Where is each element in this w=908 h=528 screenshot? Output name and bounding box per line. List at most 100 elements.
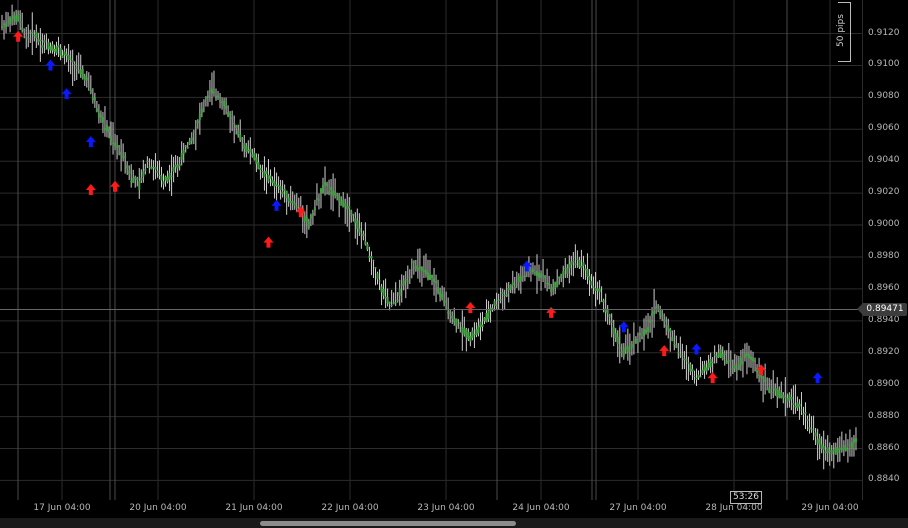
price-bar-body [735,368,738,370]
price-bar-body [295,206,298,208]
price-bar-body [1,26,3,29]
price-bar-body [531,269,534,273]
price-bar-body [479,321,482,328]
time-tick-label: 29 Jun 04:00 [801,503,859,513]
price-bar-body [439,291,442,298]
price-bar-body [750,356,752,360]
price-bar-body [727,360,730,363]
price-bar-body [378,280,381,282]
price-bar-body [43,40,46,43]
price-axis[interactable]: 0.9120 0.9100 0.9080 0.9060 0.9040 0.9020 0.90… [857,0,908,500]
price-bar-body [792,403,795,405]
price-bar-body [590,280,593,286]
price-bar-body [643,328,645,337]
price-bar-body [305,217,308,223]
price-bar-body [558,276,561,279]
price-bar-body [596,288,599,291]
price-bar-body [824,451,827,454]
price-bar-body [5,23,8,28]
price-bar-body [582,262,585,266]
buy-signal-arrow [271,199,282,211]
price-bar-body [243,143,246,150]
price-bar-body [174,164,177,167]
price-bar-body [483,317,486,322]
price-bar-body [215,95,217,97]
price-bar-body [715,355,718,358]
price-bar-body [429,274,431,280]
chart-scrollbar[interactable] [0,518,908,528]
price-bar-body [178,163,181,166]
price-bar-body [124,156,127,159]
sell-signal-arrow [546,306,557,318]
price-bar-body [630,343,633,348]
price-bar-body [382,288,385,296]
price-bar-body [671,337,674,342]
price-bar-body [495,304,498,306]
price-bar-body [826,447,829,454]
price-bar-body [130,181,133,183]
price-bar-body [776,388,779,398]
price-bar-body [717,352,720,358]
price-bar-body [431,274,434,278]
price-tick-label: 0.8960 [868,282,900,293]
price-bar-body [112,142,115,144]
price-tick-label: 0.9060 [868,123,900,134]
price-bar-body [186,147,189,149]
price-bar-body [800,409,803,411]
price-bar-body [673,344,676,346]
price-bar-body [842,445,845,451]
price-bar-body [241,138,244,140]
price-bar-body [424,270,427,275]
price-bar-body [227,112,230,117]
price-bar-body [71,60,74,63]
price-bar-body [267,174,270,182]
price-bar-body [701,369,704,374]
price-bars [1,4,857,470]
price-bar-body [784,396,787,398]
price-bar-body [852,438,855,443]
price-bar-body [548,282,551,286]
buy-signal-arrow [85,136,96,148]
price-tick-label: 0.8900 [868,378,900,389]
price-bar-body [19,21,22,24]
scrollbar-thumb[interactable] [260,521,516,526]
price-bar-body [576,258,579,260]
price-bar-body [87,86,90,88]
price-bar-body [645,329,648,333]
price-bar-body [275,184,278,186]
price-bar-body [89,89,92,93]
price-bar-body [540,273,543,279]
price-bar-body [293,202,296,206]
price-bar-body [608,314,611,318]
price-bar-body [770,392,773,394]
price-bar-body [764,378,767,383]
price-chart[interactable] [0,0,862,500]
chart-grid [0,0,862,500]
price-bar-body [614,333,617,339]
price-bar-body [729,360,732,362]
price-bar-body [146,160,149,162]
price-bar-body [362,234,365,237]
price-bar-body [287,197,290,202]
price-bar-body [651,313,654,316]
price-bar-body [521,276,524,278]
price-bar-body [136,178,139,180]
price-bar-body [846,449,849,451]
price-bar-body [554,282,557,288]
price-bar-body [786,398,789,403]
price-bar-body [768,387,771,393]
price-bar-body [624,346,627,350]
price-bar-body [463,328,466,335]
price-bar-body [13,14,16,20]
price-bar-body [665,324,668,327]
price-bar-body [332,190,335,196]
price-bar-body [326,183,329,187]
price-bar-body [182,149,185,155]
price-bar-body [657,305,660,307]
price-bar-body [691,368,694,372]
price-bar-body [754,360,757,362]
price-bar-body [350,210,353,216]
price-bar-body [453,318,456,323]
price-bar-body [550,287,553,293]
price-bar-body [443,300,446,304]
